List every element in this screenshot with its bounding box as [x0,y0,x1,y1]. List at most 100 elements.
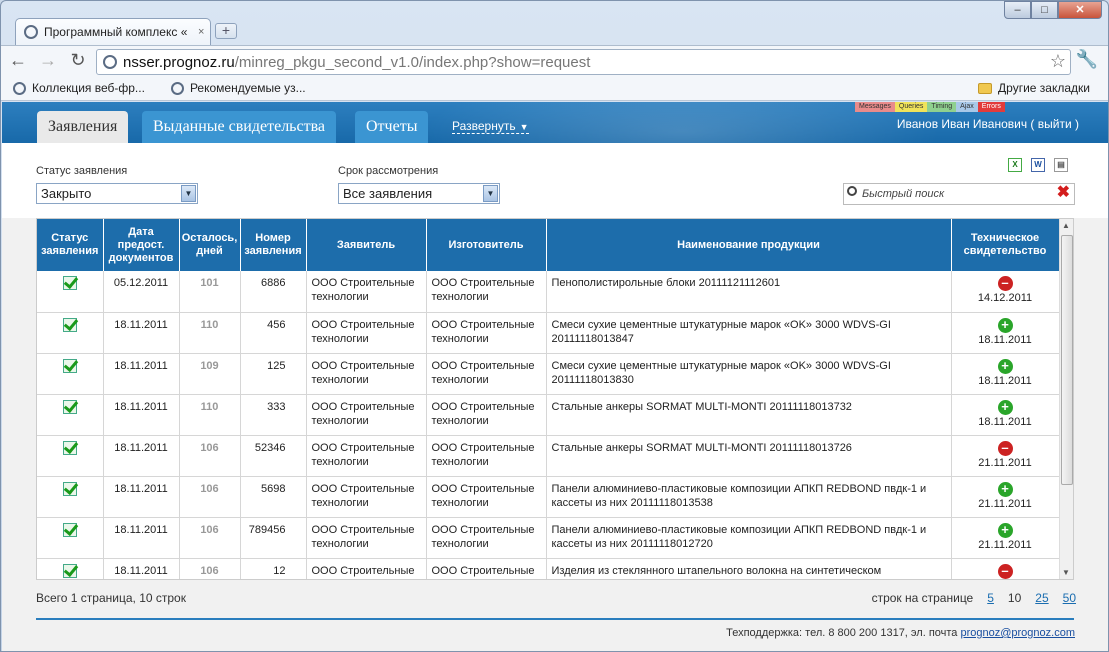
column-header-days-left[interactable]: Осталось, дней [179,219,241,271]
debug-timing[interactable]: Timing [927,102,957,112]
debug-errors[interactable]: Errors [977,102,1005,112]
scroll-down-icon[interactable]: ▼ [1062,568,1070,577]
other-bookmarks[interactable]: Другие закладки [978,81,1090,95]
table-row[interactable]: 18.11.2011 110 456 ООО Строительные техноло… [37,312,1060,354]
product-cell[interactable]: Смеси сухие цементные штукатурные марок … [546,353,952,395]
product-cell[interactable]: Изделия из стеклянного штапельного волок… [546,558,952,579]
chevron-down-icon: ▼ [519,122,529,132]
clear-search-icon[interactable]: ✖ [1057,183,1070,203]
table-row[interactable]: 18.11.2011 110 333 ООО Строительные техноло… [37,394,1060,436]
table-row[interactable]: 05.12.2011 101 6886 ООО Строительные технол… [37,271,1060,313]
page-size-5[interactable]: 5 [987,591,994,605]
plus-circle-icon[interactable]: + [997,481,1013,497]
address-bar[interactable]: nsser.prognoz.ru/minreg_pkgu_second_v1.0… [96,49,1071,75]
certificate-cell: –21.11.2011 [951,435,1060,477]
table-row[interactable]: 18.11.2011 106 12 ООО Строительные ООО Строи… [37,558,1060,579]
plus-circle-icon[interactable]: + [997,317,1013,333]
quick-search-input[interactable]: Быстрый поиск ✖ [843,183,1075,205]
table-row[interactable]: 18.11.2011 106 52346 ООО Строительные техно… [37,435,1060,477]
product-cell[interactable]: Панели алюминиево-пластиковые композиции… [546,517,952,559]
debug-queries[interactable]: Queries [894,102,928,112]
tab-issued-certificates[interactable]: Выданные свидетельства [142,111,337,143]
column-header-product[interactable]: Наименование продукции [546,219,952,271]
column-header-maker[interactable]: Изготовитель [426,219,547,271]
user-info[interactable]: Иванов Иван Иванович ( выйти ) [897,117,1079,131]
date-cell: 18.11.2011 [103,435,180,477]
excel-export-icon[interactable]: X [1008,158,1022,172]
maker-cell: ООО Строительные технологии [426,394,547,436]
number-cell: 789456 [240,517,307,559]
date-cell: 18.11.2011 [103,312,180,354]
column-header-date[interactable]: Дата предост. документов [103,219,180,271]
bookmark-item[interactable]: Коллекция веб-фр... [13,81,145,95]
plus-circle-icon[interactable]: + [997,358,1013,374]
bookmark-item[interactable]: Рекомендуемые уз... [170,81,306,95]
browser-tab[interactable]: Программный комплекс « × [15,18,211,45]
filter-panel: Статус заявления Закрыто ▼ Срок рассмотр… [2,143,1108,218]
column-header-applicant[interactable]: Заявитель [306,219,427,271]
certificate-cell: +21.11.2011 [951,476,1060,518]
product-cell[interactable]: Панели алюминиево-пластиковые композиции… [546,476,952,518]
column-header-number[interactable]: Номер заявления [240,219,307,271]
url-host: nsser.prognoz.ru [123,53,235,71]
wrench-icon[interactable]: 🔧 [1076,49,1098,70]
minimize-icon[interactable]: – [1004,1,1031,19]
maximize-icon[interactable]: □ [1031,1,1058,19]
close-icon[interactable]: ✕ [1058,1,1102,19]
tab-reports[interactable]: Отчеты [355,111,429,143]
new-tab-button[interactable]: + [215,23,237,39]
minus-circle-icon[interactable]: – [997,563,1013,579]
checkmark-icon [62,317,77,332]
column-header-status[interactable]: Статус заявления [37,219,104,271]
scroll-up-icon[interactable]: ▲ [1062,221,1070,230]
debug-messages[interactable]: Messages [855,102,895,112]
site-icon [103,55,117,69]
table-header-row: Статус заявления Дата предост. документо… [37,219,1060,271]
chevron-down-icon[interactable]: ▼ [483,185,498,202]
back-arrow-icon[interactable]: ← [5,48,31,74]
maker-cell: ООО Строительные [426,558,547,579]
product-cell[interactable]: Пенополистирольные блоки 20111121112601 [546,271,952,313]
bookmark-star-icon[interactable]: ☆ [1050,51,1066,72]
certificate-date: 14.12.2011 [977,292,1033,304]
tab-title: Программный комплекс « [44,25,188,39]
expand-menu[interactable]: Развернуть ▼ [452,119,529,134]
tab-applications[interactable]: Заявления [37,111,129,143]
checkmark-icon [62,481,77,496]
word-export-icon[interactable]: W [1031,158,1045,172]
table-row[interactable]: 18.11.2011 106 5698 ООО Строительные технол… [37,476,1060,518]
product-cell[interactable]: Стальные анкеры SORMAT MULTI-MONTI 20111… [546,435,952,477]
page-size-25[interactable]: 25 [1035,591,1048,605]
certificate-cell: +18.11.2011 [951,394,1060,436]
minus-circle-icon[interactable]: – [997,276,1013,291]
table-row[interactable]: 18.11.2011 109 125 ООО Строительные техноло… [37,353,1060,395]
minus-circle-icon[interactable]: – [997,440,1013,456]
term-select[interactable]: Все заявления ▼ [338,183,500,204]
plus-circle-icon[interactable]: + [997,399,1013,415]
support-email-link[interactable]: prognoz@prognoz.com [960,627,1075,639]
tab-close-icon[interactable]: × [198,26,204,38]
forward-arrow-icon[interactable]: → [35,48,61,74]
applicant-cell: ООО Строительные технологии [306,271,427,313]
debug-ajax[interactable]: Ajax [956,102,978,112]
maker-cell: ООО Строительные технологии [426,312,547,354]
print-icon[interactable]: ▤ [1054,158,1068,172]
chevron-down-icon[interactable]: ▼ [181,185,196,202]
product-cell[interactable]: Стальные анкеры SORMAT MULTI-MONTI 20111… [546,394,952,436]
search-icon [847,186,857,196]
folder-icon [978,82,993,94]
table-row[interactable]: 18.11.2011 106 789456 ООО Строительные техн… [37,517,1060,559]
status-label: Статус заявления [36,165,128,177]
product-cell[interactable]: Смеси сухие цементные штукатурные марок … [546,312,952,354]
applications-grid: Статус заявления Дата предост. документо… [36,218,1074,580]
page-size-50[interactable]: 50 [1063,591,1076,605]
status-select[interactable]: Закрыто ▼ [36,183,198,204]
checkmark-icon [62,522,77,537]
status-cell [37,353,104,395]
vertical-scrollbar[interactable]: ▲ ▼ [1059,219,1073,579]
scrollbar-thumb[interactable] [1061,235,1073,485]
reload-icon[interactable]: ↻ [65,48,91,74]
date-cell: 18.11.2011 [103,476,180,518]
plus-circle-icon[interactable]: + [997,522,1013,538]
column-header-certificate[interactable]: Техническое свидетельство [951,219,1060,271]
